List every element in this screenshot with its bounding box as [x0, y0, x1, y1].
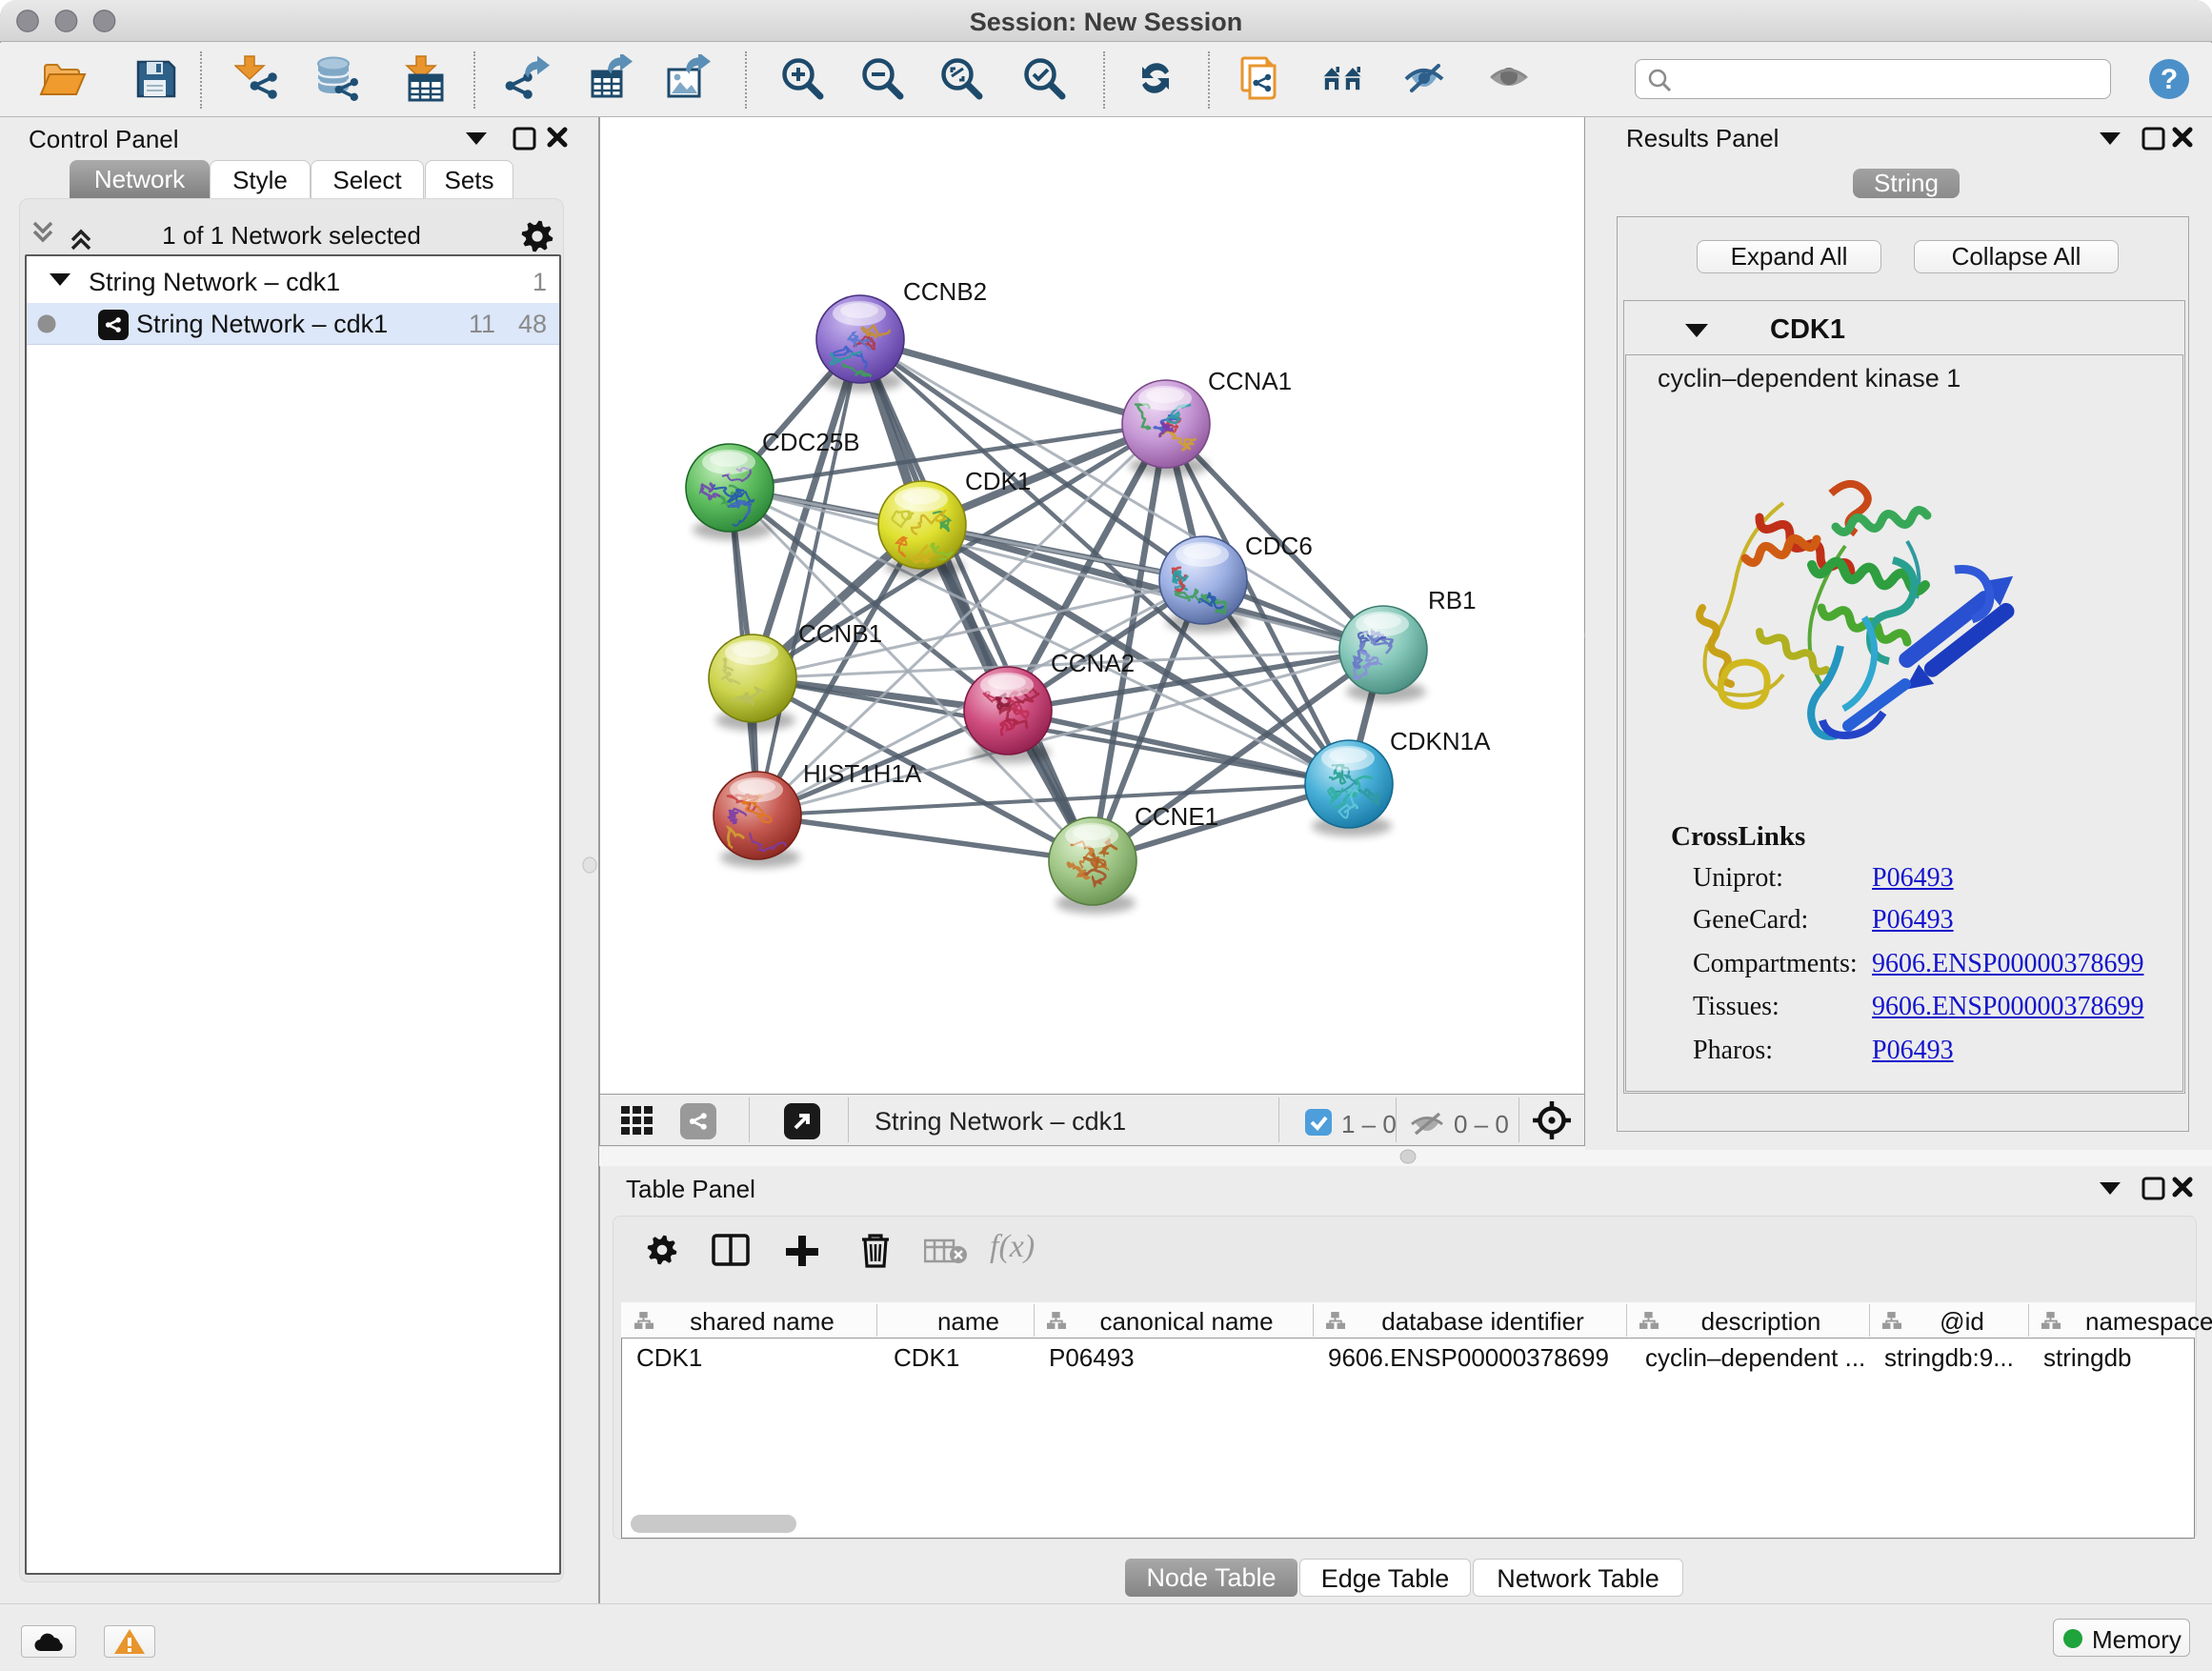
- svg-text:HIST1H1A: HIST1H1A: [803, 759, 922, 788]
- svg-text:?: ?: [2161, 64, 2178, 95]
- svg-text:CDKN1A: CDKN1A: [1390, 727, 1491, 755]
- svg-text:CDC25B: CDC25B: [762, 428, 860, 456]
- svg-text:CDK1: CDK1: [965, 467, 1031, 495]
- svg-text:RB1: RB1: [1428, 586, 1477, 614]
- svg-text:CCNB1: CCNB1: [798, 619, 882, 648]
- svg-text:CCNE1: CCNE1: [1135, 802, 1218, 831]
- svg-text:CCNB2: CCNB2: [903, 277, 987, 306]
- svg-text:CDC6: CDC6: [1245, 532, 1313, 560]
- svg-text:CCNA1: CCNA1: [1208, 367, 1292, 395]
- svg-text:CCNA2: CCNA2: [1051, 649, 1135, 677]
